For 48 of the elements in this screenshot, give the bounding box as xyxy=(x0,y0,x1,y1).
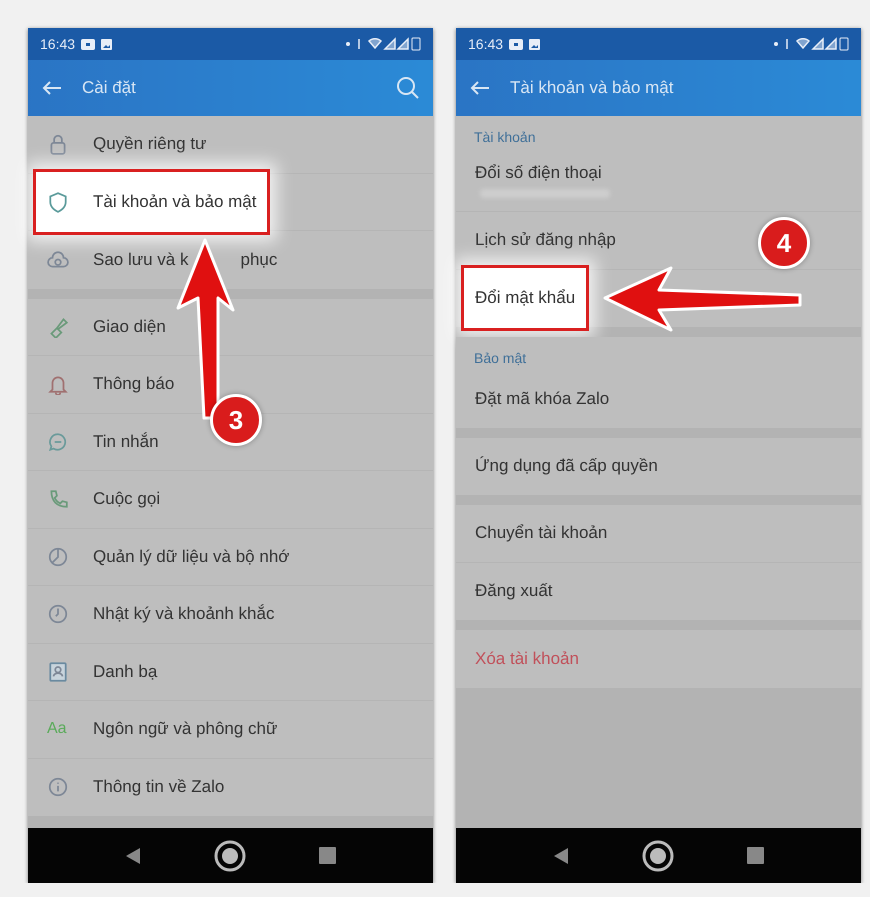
menu-item-label[interactable]: Đổi số điện thoại xyxy=(475,162,602,182)
signal-status-icon xyxy=(345,37,421,51)
home-icon[interactable] xyxy=(214,840,246,872)
search-icon[interactable] xyxy=(397,77,419,99)
back-arrow-icon[interactable] xyxy=(42,80,62,96)
menu-item-label[interactable]: Tài khoản và bảo mật xyxy=(93,192,256,212)
screen-title: Tài khoản và bảo mật xyxy=(510,78,674,98)
back-arrow-icon[interactable] xyxy=(470,80,490,96)
info-icon xyxy=(47,776,69,798)
menu-item-label[interactable]: Thông tin về Zalo xyxy=(93,777,224,798)
recents-icon[interactable] xyxy=(319,847,336,864)
image-icon xyxy=(101,38,112,50)
back-icon[interactable] xyxy=(124,846,141,864)
clock-icon xyxy=(47,603,69,626)
menu-item-label[interactable]: Chuyển tài khoản xyxy=(475,523,608,544)
notification-icon xyxy=(81,38,96,50)
image-icon xyxy=(529,38,540,50)
status-time: 16:43 xyxy=(468,36,504,52)
recents-icon[interactable] xyxy=(747,847,764,864)
menu-item-label[interactable]: Quyền riêng tư xyxy=(93,134,206,154)
menu-item-label[interactable]: phục xyxy=(240,250,278,270)
menu-item-label[interactable]: Quản lý dữ liệu và bộ nhớ xyxy=(93,546,290,567)
section-header: Bảo mật xyxy=(473,349,528,368)
notification-icon xyxy=(509,38,524,50)
chat-icon xyxy=(47,430,69,453)
shield-icon xyxy=(47,190,69,213)
menu-item-label[interactable]: Đăng xuất xyxy=(475,581,552,602)
screen-title: Cài đặt xyxy=(82,78,137,98)
menu-item-label[interactable]: Giao diện xyxy=(93,316,166,337)
menu-item-label[interactable]: Ứng dụng đã cấp quyền xyxy=(475,456,658,476)
menu-item-label[interactable]: Lịch sử đăng nhập xyxy=(475,230,616,250)
menu-item-label[interactable]: Đặt mã khóa Zalo xyxy=(475,388,610,409)
section-header: Tài khoản xyxy=(473,128,536,147)
menu-item-label[interactable]: Ngôn ngữ và phông chữ xyxy=(93,719,278,740)
pie-chart-icon xyxy=(47,546,69,568)
menu-item-label[interactable]: Danh bạ xyxy=(93,662,158,682)
contact-card-icon xyxy=(47,660,69,683)
back-icon[interactable] xyxy=(552,846,569,864)
menu-item-label[interactable]: Nhật ký và khoảnh khắc xyxy=(93,604,274,624)
font-icon: Aa xyxy=(47,720,69,738)
menu-item-label[interactable]: Đổi mật khẩu xyxy=(475,288,576,308)
menu-item-label[interactable]: Cuộc gọi xyxy=(93,489,160,510)
menu-item-label[interactable]: Thông báo xyxy=(93,374,174,394)
signal-status-icon xyxy=(773,37,849,51)
status-time: 16:43 xyxy=(40,36,76,52)
menu-item-label[interactable]: Sao lưu và k xyxy=(93,250,188,270)
home-icon[interactable] xyxy=(642,840,674,872)
menu-item-label[interactable]: Tin nhắn xyxy=(93,432,159,452)
